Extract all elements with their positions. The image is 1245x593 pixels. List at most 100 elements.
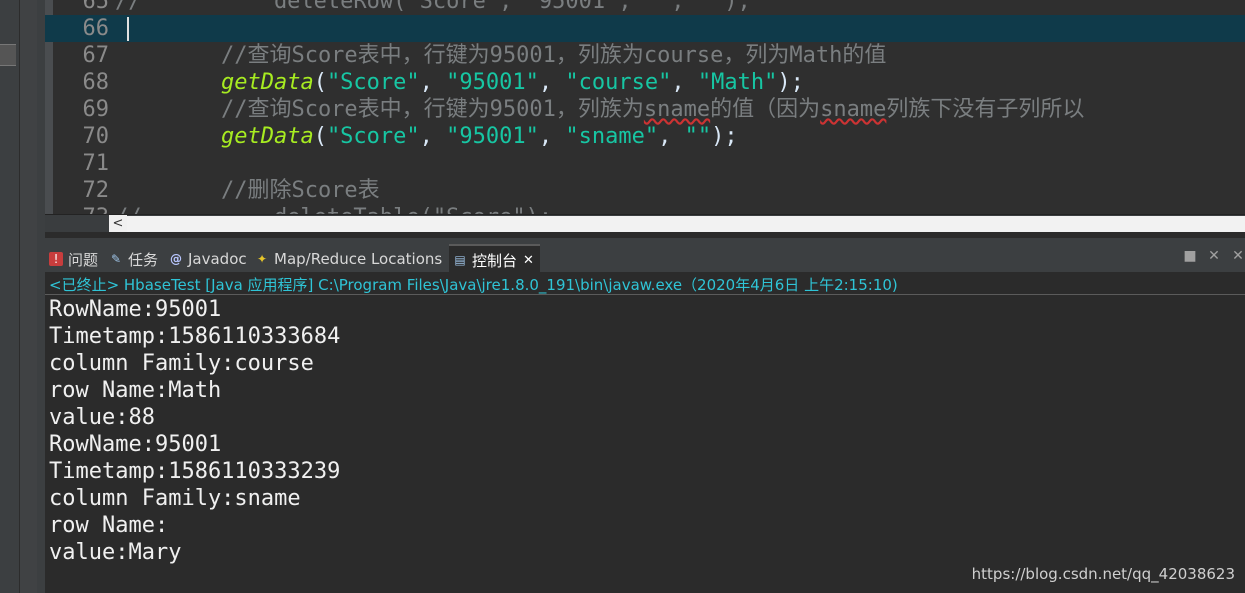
code-line[interactable]: 72 //删除Score表 [45, 177, 1245, 204]
code-line[interactable]: 65 // deleteRow("Score", "95001", "", "")… [45, 0, 1245, 15]
view-tab-bar: ! 问题 ✎ 任务 @ Javadoc ✦ Map/Reduce Locatio… [45, 232, 1245, 274]
console-output[interactable]: RowName:95001 Timetamp:1586110333684 col… [49, 296, 340, 566]
console-process-header: <已终止> HbaseTest [Java 应用程序] C:\Program F… [49, 276, 898, 294]
code-text: getData("Score", "95001", "course", "Mat… [115, 69, 804, 96]
line-number: 70 [82, 124, 110, 149]
line-number: 72 [82, 178, 110, 203]
console-line: Timetamp:1586110333684 [49, 324, 341, 349]
code-text: //查询Score表中，行键为95001，列族为course，列为Math的值 [115, 42, 886, 69]
code-token: , [538, 70, 566, 95]
tasks-icon: ✎ [110, 252, 122, 266]
remove-launch-icon[interactable]: ✕ [1207, 248, 1221, 268]
panel-marker [0, 44, 16, 66]
problems-icon: ! [49, 252, 63, 266]
code-line[interactable]: 70 getData("Score", "95001", "sname", ""… [45, 123, 1245, 150]
code-token: "95001" [446, 70, 539, 95]
code-token: 列族下没有子列所以 [886, 97, 1085, 122]
code-token: sname [643, 97, 711, 122]
tab-label: Map/Reduce Locations [274, 250, 443, 268]
console-icon: ▤ [454, 253, 466, 267]
tab-label: 任务 [128, 250, 159, 269]
code-token: getData [220, 124, 314, 149]
code-line[interactable]: 73 // deleteTable("Score"); [45, 204, 1245, 214]
tab-problems[interactable]: ! 问题 [49, 246, 98, 272]
code-line[interactable]: 71 [45, 150, 1245, 177]
code-token: ); [711, 124, 738, 149]
code-token: //查询Score表中，行键为95001，列族为 [115, 97, 644, 122]
console-line: row Name: [49, 513, 169, 538]
console-line: value:88 [49, 405, 155, 430]
code-text: //删除Score表 [115, 177, 380, 204]
code-token: , [419, 124, 447, 149]
code-text: // deleteTable("Score"); [115, 204, 552, 214]
code-token: , [419, 70, 447, 95]
outer-left-panel [0, 0, 37, 593]
console-line: column Family:course [49, 351, 314, 376]
code-token: "Score" [326, 124, 420, 149]
terminate-icon[interactable]: ■ [1183, 248, 1197, 268]
code-text: //查询Score表中，行键为95001，列族为sname的值（因为sname列… [115, 96, 1084, 123]
code-token: , [671, 70, 698, 95]
tab-label: 控制台 [472, 251, 518, 270]
tab-mapreduce-locations[interactable]: ✦ Map/Reduce Locations [255, 246, 442, 272]
code-token: "" [684, 124, 712, 149]
console-line: value:Mary [49, 540, 182, 565]
tab-label: Javadoc [188, 250, 247, 268]
code-token: sname [820, 97, 887, 122]
line-number: 65 [82, 0, 110, 14]
code-line[interactable]: 68 getData("Score", "95001", "course", "… [45, 69, 1245, 96]
code-token: "95001" [446, 124, 539, 149]
line-number: 68 [82, 70, 110, 95]
code-token: , [538, 124, 566, 149]
line-number: 69 [82, 97, 110, 122]
code-line[interactable]: 66 [45, 15, 1245, 42]
line-number: 67 [82, 43, 110, 68]
console-line: RowName:95001 [49, 297, 222, 322]
code-token: "sname" [565, 124, 659, 149]
code-token: // deleteTable("Score"); [115, 205, 552, 214]
code-line[interactable]: 67 //查询Score表中，行键为95001，列族为course，列为Math… [45, 42, 1245, 69]
code-token: "course" [565, 70, 672, 95]
tab-tasks[interactable]: ✎ 任务 [109, 246, 158, 272]
close-icon[interactable]: ✕ [523, 253, 534, 268]
code-editor[interactable]: 65 // deleteRow("Score", "95001", "", "")… [45, 0, 1245, 214]
code-text: getData("Score", "95001", "sname", ""); [115, 123, 738, 150]
horizontal-scrollbar[interactable]: < [45, 214, 1245, 233]
mapreduce-icon: ✦ [256, 252, 268, 266]
code-line[interactable]: 69 //查询Score表中，行键为95001，列族为sname的值（因为sna… [45, 96, 1245, 123]
remove-all-icon[interactable]: ✕ [1231, 248, 1245, 268]
code-token: // deleteRow("Score", "95001", "", ""); [115, 0, 751, 14]
code-token: "Score" [326, 70, 420, 95]
tab-javadoc[interactable]: @ Javadoc [169, 246, 247, 272]
code-token: //删除Score表 [115, 178, 380, 203]
vertical-scrollbar[interactable] [19, 0, 37, 593]
code-token: ); [777, 70, 804, 95]
text-caret [127, 17, 129, 41]
code-token: //查询Score表中，行键为95001，列族为course，列为Math的值 [115, 43, 887, 68]
console-view[interactable]: <已终止> HbaseTest [Java 应用程序] C:\Program F… [45, 272, 1245, 593]
code-text: // deleteRow("Score", "95001", "", ""); [115, 0, 751, 15]
line-number: 71 [82, 151, 110, 176]
scrollbar-thumb[interactable] [127, 216, 1245, 232]
tab-label: 问题 [68, 250, 99, 269]
code-token: "Math" [697, 70, 778, 95]
javadoc-icon: @ [170, 252, 182, 266]
tab-console[interactable]: ▤ 控制台 ✕ [449, 244, 540, 274]
console-toolbar: ■ ✕ ✕ [1183, 248, 1245, 268]
watermark: https://blog.csdn.net/qq_42038623 [971, 565, 1235, 583]
console-line: RowName:95001 [49, 432, 222, 457]
scroll-left-icon[interactable]: < [109, 215, 127, 233]
console-line: row Name:Math [49, 378, 222, 403]
console-line: column Family:sname [49, 486, 301, 511]
code-token: , [658, 124, 685, 149]
line-number: 66 [82, 16, 110, 41]
console-line: Timetamp:1586110333239 [49, 459, 341, 484]
line-number: 73 [73, 204, 110, 214]
code-token: ( [313, 124, 327, 149]
editor-left-border [37, 0, 45, 593]
code-token: 的值（因为 [710, 97, 821, 122]
code-token: getData [220, 70, 314, 95]
code-token: ( [313, 70, 327, 95]
